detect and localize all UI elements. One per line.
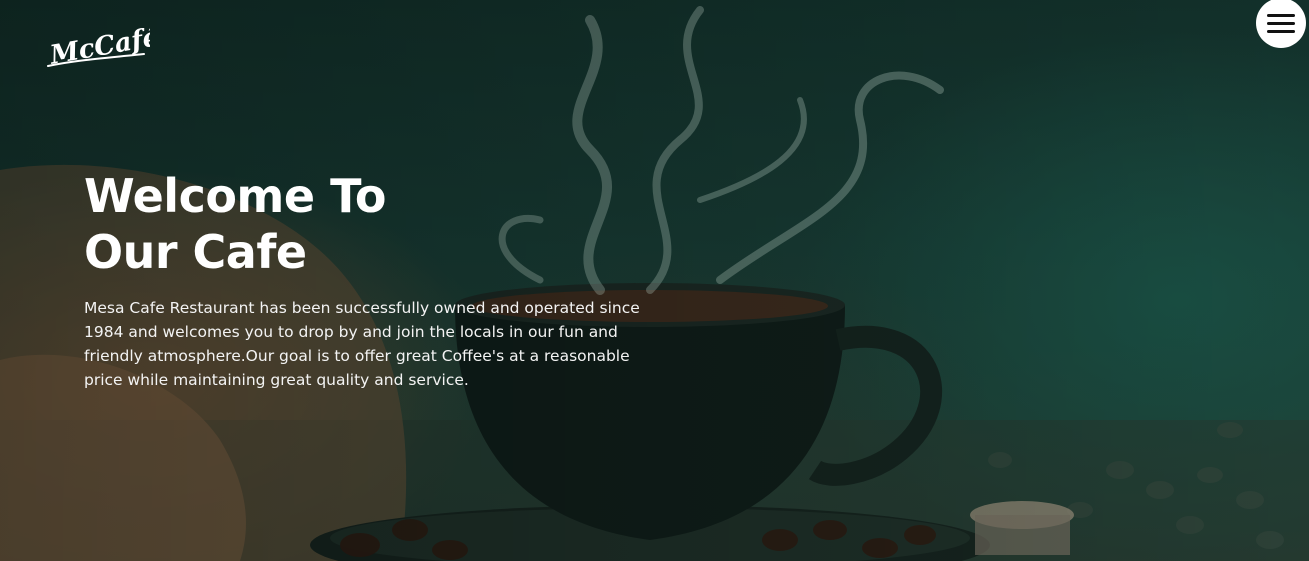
hero-section: McCafé Welcome To Our Cafe Mesa Cafe Res…: [0, 0, 1309, 561]
hero-title-line-2: Our Cafe: [84, 225, 307, 279]
hero-content: Welcome To Our Cafe Mesa Cafe Restaurant…: [84, 168, 654, 392]
hero-description: Mesa Cafe Restaurant has been successful…: [84, 299, 640, 389]
hamburger-menu-icon-bar: [1267, 21, 1295, 25]
hero-title: Welcome To Our Cafe: [84, 168, 654, 280]
hamburger-menu-button[interactable]: [1256, 0, 1306, 48]
mccafe-logo[interactable]: McCafé: [46, 24, 150, 70]
hamburger-menu-icon-bar: [1267, 29, 1295, 33]
hamburger-menu-icon-bar: [1267, 13, 1295, 17]
hero-title-line-1: Welcome To: [84, 169, 386, 223]
